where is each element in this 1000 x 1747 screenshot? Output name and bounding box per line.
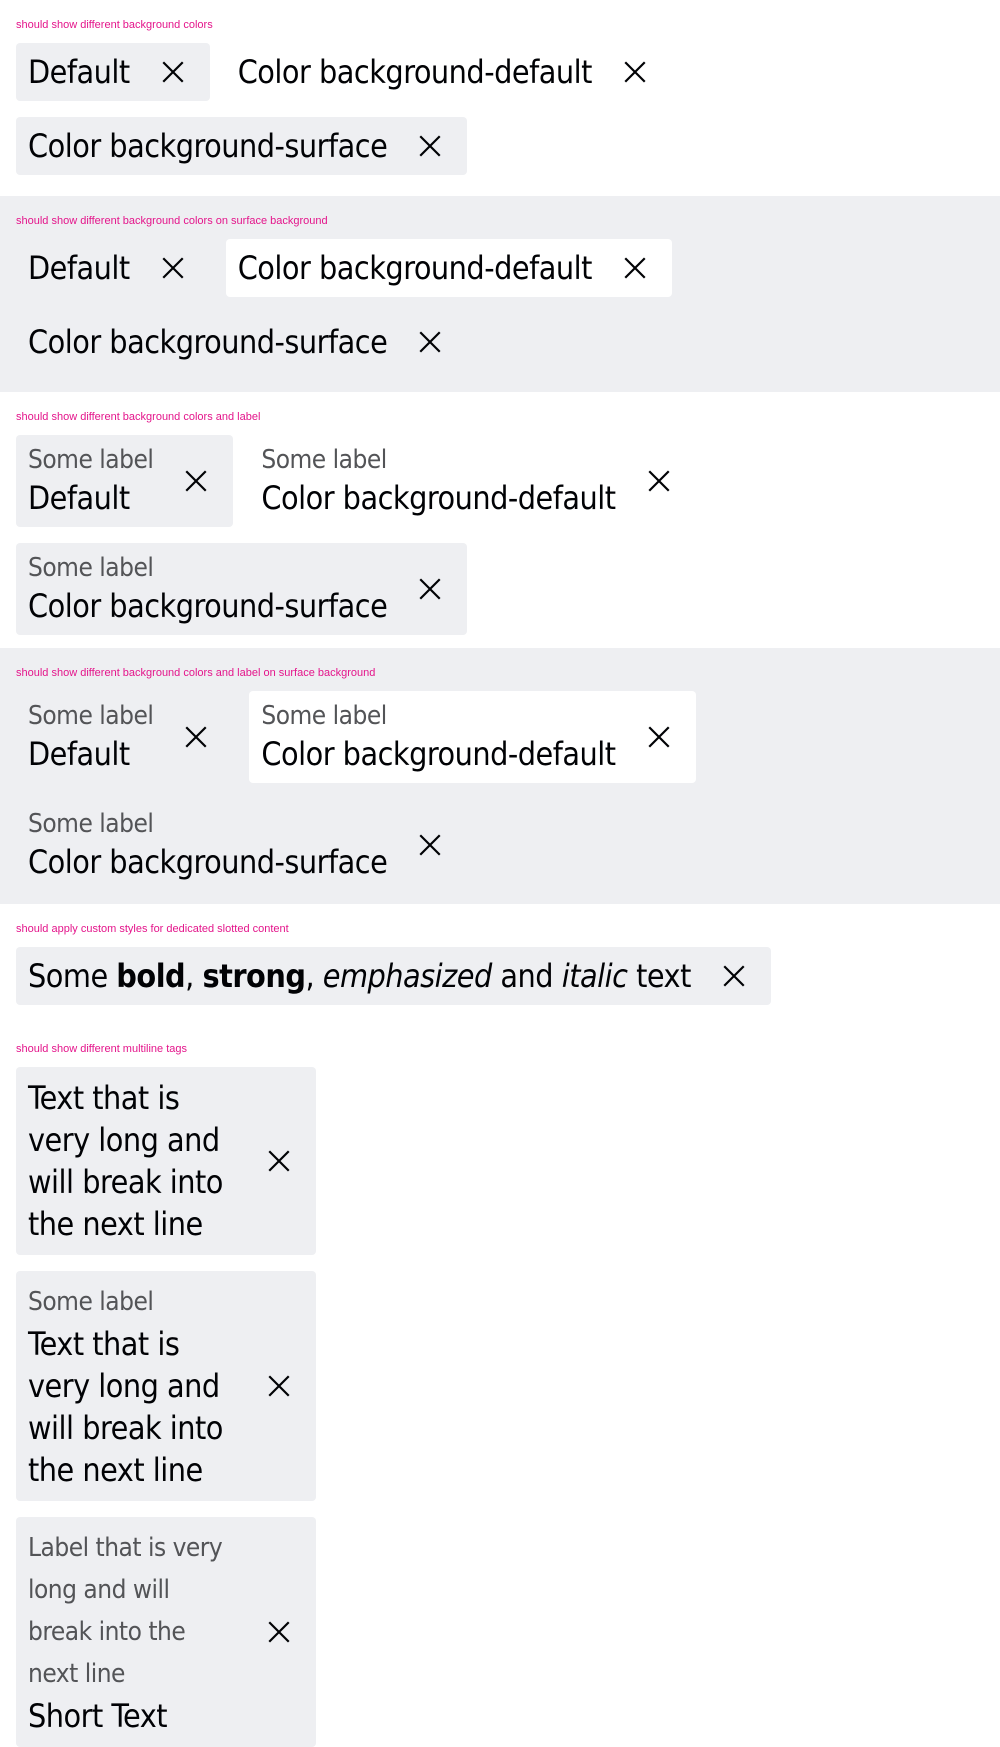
tag-list: Default Color background-default Color b… [16, 239, 984, 371]
tag-text: Default [28, 735, 130, 773]
tag-label: Some label [28, 553, 154, 583]
tag-background-surface: Some label Color background-surface [16, 799, 467, 891]
tag-list: Some label Default Some label Color back… [16, 691, 984, 891]
tag-background-default: Color background-default [225, 43, 672, 101]
tag-default: Some label Default [16, 435, 234, 527]
tag-background-surface: Color background-surface [16, 313, 467, 371]
tag-text: Color background-default [237, 249, 593, 287]
italic-text: italic [561, 957, 628, 995]
tag-label: Label that is very long and will break i… [28, 1533, 223, 1689]
tag-label: Some label [261, 445, 387, 475]
tag-label: Some label [28, 1287, 154, 1317]
close-icon[interactable] [156, 251, 190, 285]
tag-label: Some label [28, 809, 154, 839]
tag-text: Short Text [28, 1697, 168, 1735]
section-multiline: should show different multiline tags Tex… [0, 1024, 1000, 1747]
tag-label: Some label [261, 701, 387, 731]
close-icon[interactable] [262, 1369, 296, 1403]
section-custom-styles: should apply custom styles for dedicated… [0, 904, 1000, 1024]
section-title: should show different background colors … [16, 667, 376, 679]
tag-text: Default [28, 479, 130, 517]
tag-text: Color background-default [261, 735, 616, 773]
section-title: should show different background colors … [16, 411, 261, 423]
tag-default: Default [16, 43, 210, 101]
close-icon[interactable] [413, 828, 447, 862]
tag-text: Text that is very long and will break in… [28, 1325, 223, 1489]
tag-background-default: Some label Color background-default [249, 691, 696, 783]
close-icon[interactable] [413, 129, 447, 163]
close-icon[interactable] [618, 55, 652, 89]
tag-text: Default [28, 249, 130, 287]
tag-text: Text that is very long and will break in… [28, 1079, 223, 1243]
close-icon[interactable] [262, 1615, 296, 1649]
tag-list: Default Color background-default Color b… [16, 43, 984, 175]
tag-background-default: Color background-default [225, 239, 672, 297]
close-icon[interactable] [179, 720, 213, 754]
tag-label: Some label [28, 701, 154, 731]
section-background-colors-surface: should show different background colors … [0, 196, 1000, 392]
tag-background-surface: Color background-surface [16, 117, 468, 175]
bold-text: bold [116, 957, 186, 995]
tag-list: Text that is very long and will break in… [16, 1067, 984, 1747]
tag-background-surface: Some label Color background-surface [16, 543, 468, 635]
close-icon[interactable] [642, 720, 676, 754]
tag-text: Color background-surface [28, 843, 388, 881]
emphasized-text: emphasized [322, 957, 493, 995]
close-icon[interactable] [179, 464, 213, 498]
tag-multiline-label: Some label Text that is very long and wi… [16, 1271, 316, 1501]
tag-text: Color background-surface [28, 127, 388, 165]
tag-text: Default [28, 53, 130, 91]
close-icon[interactable] [618, 251, 652, 285]
tag-text: Some bold, strong, emphasized and italic… [28, 957, 691, 995]
tag-default: Default [16, 239, 210, 297]
tag-text: Color background-surface [28, 323, 388, 361]
close-icon[interactable] [717, 959, 751, 993]
tag-list: Some bold, strong, emphasized and italic… [16, 947, 984, 1005]
strong-text: strong [202, 957, 306, 995]
tag-multiline-long-label: Label that is very long and will break i… [16, 1517, 316, 1747]
tag-default: Some label Default [16, 691, 233, 783]
section-background-colors-label: should show different background colors … [0, 392, 1000, 648]
section-title: should show different background colors [16, 19, 213, 31]
close-icon[interactable] [642, 464, 676, 498]
tag-multiline: Text that is very long and will break in… [16, 1067, 316, 1255]
section-title: should apply custom styles for dedicated… [16, 923, 289, 935]
tag-text: Color background-default [237, 53, 593, 91]
tag-rich-text: Some bold, strong, emphasized and italic… [16, 947, 771, 1005]
close-icon[interactable] [156, 55, 190, 89]
close-icon[interactable] [413, 572, 447, 606]
section-background-colors: should show different background colors … [0, 0, 1000, 196]
close-icon[interactable] [413, 325, 447, 359]
tag-text: Color background-surface [28, 587, 388, 625]
tag-list: Some label Default Some label Color back… [16, 435, 984, 635]
tag-background-default: Some label Color background-default [249, 435, 696, 527]
close-icon[interactable] [262, 1144, 296, 1178]
section-title: should show different multiline tags [16, 1043, 188, 1055]
section-title: should show different background colors … [16, 215, 328, 227]
tag-label: Some label [28, 445, 154, 475]
tag-text: Color background-default [261, 479, 616, 517]
section-background-colors-label-surface: should show different background colors … [0, 648, 1000, 904]
